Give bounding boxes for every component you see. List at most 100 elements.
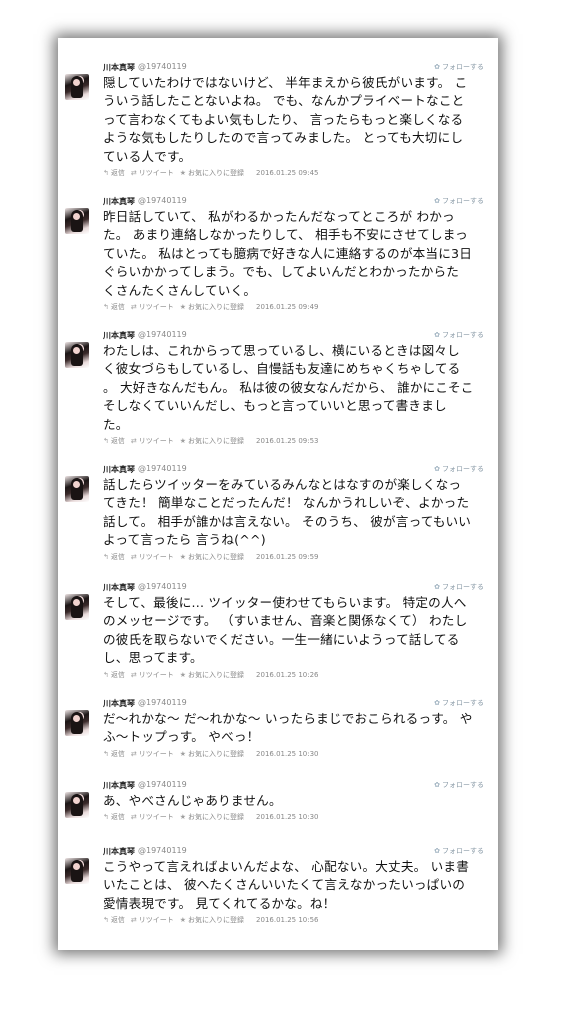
reply-button-label: 返信 bbox=[110, 813, 125, 822]
reply-button[interactable]: ↰ 返信 bbox=[103, 553, 125, 561]
follow-button[interactable]: ✿ フォローする bbox=[434, 698, 484, 708]
bird-icon: ✿ bbox=[434, 847, 440, 855]
avatar[interactable] bbox=[65, 594, 89, 620]
user-handle[interactable]: @19740119 bbox=[138, 464, 187, 473]
user-name[interactable]: 川本真琴 bbox=[103, 698, 135, 709]
retweet-button-label: リツイート bbox=[138, 670, 174, 679]
favorite-button[interactable]: ★ お気に入りに登録 bbox=[180, 750, 244, 758]
favorite-button[interactable]: ★ お気に入りに登録 bbox=[180, 437, 244, 445]
retweet-button[interactable]: ⇄ リツイート bbox=[131, 553, 174, 561]
reply-button-label: 返信 bbox=[110, 916, 125, 925]
avatar[interactable] bbox=[65, 208, 89, 234]
tweet-text-line: そしなくていいんだし、もっと言っていいと思って書きまし bbox=[103, 398, 447, 414]
tweet-text-line: いたことは、 彼へたくさんいいたくて言えなかったいっぱいの bbox=[103, 877, 466, 893]
tweet-text-line: 隠していたわけではないけど、 半年まえから彼氏がいます。 こ bbox=[103, 75, 468, 90]
tweet-actions: ↰ 返信 ⇄ リツイート ★ お気に入りに登録 2016.01.25 09:53 bbox=[103, 436, 325, 446]
avatar[interactable] bbox=[65, 858, 89, 884]
retweet-button[interactable]: ⇄ リツイート bbox=[131, 671, 174, 679]
tweet-text-line: 昨日話していて、 私がわるかったんだなってところが わかっ bbox=[103, 209, 455, 224]
follow-button[interactable]: ✿ フォローする bbox=[434, 582, 484, 592]
retweet-button[interactable]: ⇄ リツイート bbox=[131, 169, 174, 177]
tweet-text-line: 愛情表現です。 見てくれてるかな。ね！ bbox=[103, 895, 336, 911]
user-name[interactable]: 川本真琴 bbox=[103, 846, 135, 857]
reply-button[interactable]: ↰ 返信 bbox=[103, 813, 125, 821]
avatar[interactable] bbox=[65, 710, 89, 736]
reply-button[interactable]: ↰ 返信 bbox=[103, 437, 125, 445]
retweet-button-label: リツイート bbox=[138, 916, 174, 925]
user-handle[interactable]: @19740119 bbox=[138, 196, 187, 205]
favorite-button[interactable]: ★ お気に入りに登録 bbox=[180, 303, 244, 311]
user-handle[interactable]: @19740119 bbox=[138, 846, 187, 855]
favorite-button-label: お気に入りに登録 bbox=[188, 437, 245, 445]
retweet-button[interactable]: ⇄ リツイート bbox=[131, 437, 174, 445]
reply-button[interactable]: ↰ 返信 bbox=[103, 303, 125, 311]
avatar[interactable] bbox=[65, 342, 89, 368]
user-handle[interactable]: @19740119 bbox=[138, 780, 187, 789]
bird-icon: ✿ bbox=[434, 63, 440, 71]
tweet-text-line: のメッセージです。 （すいません、音楽と関係なくて） わたし bbox=[103, 613, 468, 629]
avatar[interactable] bbox=[65, 476, 89, 502]
user-name[interactable]: 川本真琴 bbox=[103, 62, 135, 73]
tweet-timestamp[interactable]: 2016.01.25 09:45 bbox=[256, 169, 318, 177]
follow-button[interactable]: ✿ フォローする bbox=[434, 62, 484, 72]
favorite-button[interactable]: ★ お気に入りに登録 bbox=[180, 813, 244, 821]
follow-button[interactable]: ✿ フォローする bbox=[434, 330, 484, 340]
star-icon: ★ bbox=[179, 169, 187, 177]
user-handle[interactable]: @19740119 bbox=[138, 62, 187, 71]
reply-icon: ↰ bbox=[103, 303, 109, 311]
favorite-button[interactable]: ★ お気に入りに登録 bbox=[180, 169, 244, 177]
user-handle[interactable]: @19740119 bbox=[138, 582, 187, 591]
follow-button[interactable]: ✿ フォローする bbox=[434, 464, 484, 474]
user-name[interactable]: 川本真琴 bbox=[103, 196, 135, 207]
follow-button[interactable]: ✿ フォローする bbox=[434, 846, 484, 856]
favorite-button[interactable]: ★ お気に入りに登録 bbox=[180, 916, 244, 924]
retweet-button-label: リツイート bbox=[138, 552, 174, 561]
reply-icon: ↰ bbox=[103, 437, 109, 445]
retweet-button[interactable]: ⇄ リツイート bbox=[131, 303, 174, 311]
retweet-button[interactable]: ⇄ リツイート bbox=[131, 813, 174, 821]
retweet-button[interactable]: ⇄ リツイート bbox=[131, 750, 174, 758]
avatar[interactable] bbox=[65, 792, 89, 818]
tweet-text: 昨日話していて、 私がわるかったんだなってところが わかっ た。 あまり連絡しなか… bbox=[103, 208, 488, 300]
star-icon: ★ bbox=[179, 813, 187, 822]
bird-icon: ✿ bbox=[434, 197, 440, 205]
user-name[interactable]: 川本真琴 bbox=[103, 780, 135, 791]
reply-button-label: 返信 bbox=[110, 552, 125, 561]
avatar[interactable] bbox=[65, 74, 89, 100]
user-name[interactable]: 川本真琴 bbox=[103, 582, 135, 593]
tweet-timestamp[interactable]: 2016.01.25 10:30 bbox=[256, 750, 318, 758]
tweet-text-line: って言わなくてもよい気もしたり、 言ったらもっと楽しくなる bbox=[103, 111, 464, 127]
reply-button[interactable]: ↰ 返信 bbox=[103, 671, 125, 679]
retweet-icon: ⇄ bbox=[130, 670, 137, 679]
tweet-timestamp[interactable]: 2016.01.25 09:59 bbox=[256, 553, 318, 561]
user-name[interactable]: 川本真琴 bbox=[103, 330, 135, 341]
reply-button[interactable]: ↰ 返信 bbox=[103, 750, 125, 758]
user-handle[interactable]: @19740119 bbox=[138, 330, 187, 339]
reply-button-label: 返信 bbox=[110, 670, 125, 679]
tweet-timestamp[interactable]: 2016.01.25 09:53 bbox=[256, 437, 318, 445]
tweet-timestamp[interactable]: 2016.01.25 10:56 bbox=[256, 916, 318, 924]
tweet-timestamp[interactable]: 2016.01.25 09:49 bbox=[256, 303, 318, 311]
tweet-text: 話したらツイッターをみているみんなとはなすのが楽しくなっ てきた！ 簡単なことだっ… bbox=[103, 476, 488, 550]
tweet-text-line: ていた。 私はとっても臆病で好きな人に連絡するのが本当に3日 bbox=[103, 245, 473, 261]
star-icon: ★ bbox=[179, 303, 187, 311]
retweet-button[interactable]: ⇄ リツイート bbox=[131, 916, 174, 924]
favorite-button-label: お気に入りに登録 bbox=[188, 749, 245, 758]
tweet-timestamp[interactable]: 2016.01.25 10:26 bbox=[256, 671, 318, 679]
follow-label: フォローする bbox=[442, 465, 484, 473]
favorite-button[interactable]: ★ お気に入りに登録 bbox=[180, 553, 244, 561]
reply-button-label: 返信 bbox=[110, 303, 125, 311]
reply-button[interactable]: ↰ 返信 bbox=[103, 169, 125, 177]
favorite-button[interactable]: ★ お気に入りに登録 bbox=[180, 671, 244, 679]
follow-button[interactable]: ✿ フォローする bbox=[434, 196, 484, 206]
retweet-icon: ⇄ bbox=[130, 303, 137, 311]
tweet-timestamp[interactable]: 2016.01.25 10:30 bbox=[256, 813, 318, 821]
user-handle[interactable]: @19740119 bbox=[138, 698, 187, 707]
retweet-button-label: リツイート bbox=[138, 813, 174, 822]
follow-button[interactable]: ✿ フォローする bbox=[434, 780, 484, 790]
tweet-text-line: 話したらツイッターをみているみんなとはなすのが楽しくなっ bbox=[103, 477, 462, 492]
tweet-text-line: し、思ってます。 bbox=[103, 650, 203, 666]
retweet-icon: ⇄ bbox=[130, 916, 137, 925]
user-name[interactable]: 川本真琴 bbox=[103, 464, 135, 475]
reply-button[interactable]: ↰ 返信 bbox=[103, 916, 125, 924]
